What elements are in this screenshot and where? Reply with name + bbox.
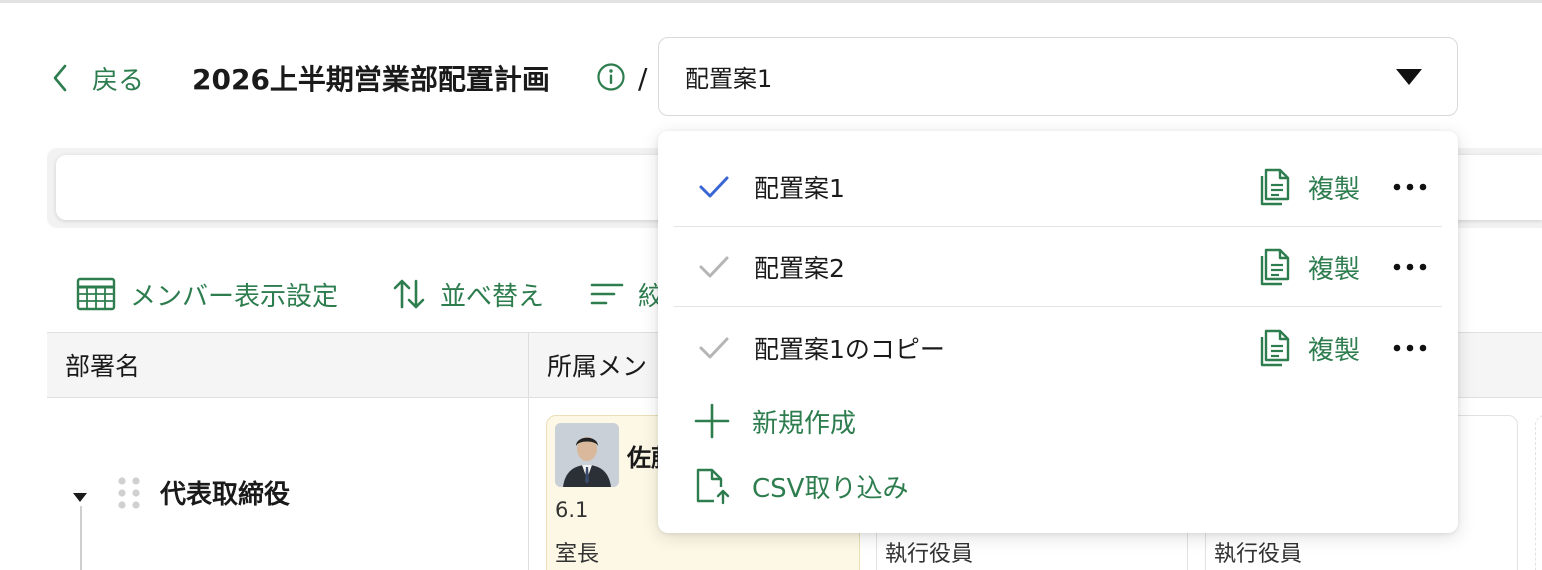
column-divider-body bbox=[528, 398, 529, 570]
table-grid-icon bbox=[76, 277, 116, 311]
plan-title: 2026上半期営業部配置計画 bbox=[192, 63, 550, 96]
plan-option-label: 配置案2 bbox=[754, 254, 845, 283]
plus-icon bbox=[694, 403, 730, 439]
copy-document-icon bbox=[1260, 248, 1290, 286]
member-card-placeholder bbox=[1535, 415, 1542, 570]
plan-option-label: 配置案1のコピー bbox=[754, 335, 945, 364]
member-grade: 6.1 bbox=[555, 498, 589, 522]
file-upload-icon bbox=[696, 468, 730, 505]
duplicate-label: 複製 bbox=[1308, 335, 1361, 366]
plan-select-value: 配置案1 bbox=[685, 64, 773, 93]
plan-option-label: 配置案1 bbox=[754, 174, 845, 203]
member-display-settings-button[interactable]: メンバー表示設定 bbox=[76, 272, 338, 316]
column-header-members: 所属メン bbox=[547, 352, 648, 381]
filter-lines-icon bbox=[590, 283, 624, 305]
caret-down-icon[interactable] bbox=[72, 488, 88, 502]
duplicate-label: 複製 bbox=[1308, 174, 1361, 205]
sort-label: 並べ替え bbox=[440, 281, 545, 312]
more-horizontal-icon[interactable] bbox=[1392, 334, 1428, 362]
new-plan-label: 新規作成 bbox=[752, 408, 857, 439]
breadcrumb-separator: / bbox=[638, 61, 648, 95]
plan-dropdown-menu: 配置案1 複製 配置案2 複製 配置案1のコピー 複製 新規作成 CSV取り込み bbox=[658, 131, 1458, 533]
back-label: 戻る bbox=[92, 65, 145, 96]
copy-document-icon bbox=[1260, 329, 1290, 367]
plan-select[interactable]: 配置案1 bbox=[658, 37, 1458, 116]
avatar bbox=[555, 423, 619, 487]
member-role: 執行役員 bbox=[1214, 542, 1303, 567]
plan-page: 戻る 2026上半期営業部配置計画 / 配置案1 メンバー表示設定 並べ替え 絞… bbox=[0, 0, 1542, 570]
column-header-department: 部署名 bbox=[65, 352, 141, 381]
member-role: 執行役員 bbox=[885, 542, 974, 567]
more-horizontal-icon[interactable] bbox=[1392, 253, 1428, 281]
duplicate-button[interactable]: 複製 bbox=[1260, 167, 1360, 207]
department-name: 代表取締役 bbox=[160, 479, 291, 510]
member-role: 室長 bbox=[555, 542, 600, 567]
drag-handle-icon[interactable] bbox=[116, 476, 142, 510]
copy-document-icon bbox=[1260, 168, 1290, 206]
plan-option-2[interactable]: 配置案2 複製 bbox=[674, 227, 1442, 307]
plan-option-3[interactable]: 配置案1のコピー 複製 bbox=[674, 308, 1442, 388]
more-horizontal-icon[interactable] bbox=[1392, 173, 1428, 201]
back-button[interactable]: 戻る bbox=[52, 60, 144, 96]
chevron-left-icon bbox=[52, 60, 76, 96]
csv-import-button[interactable]: CSV取り込み bbox=[694, 461, 908, 511]
sort-button[interactable]: 並べ替え bbox=[392, 272, 544, 316]
new-plan-button[interactable]: 新規作成 bbox=[694, 396, 856, 446]
tree-line bbox=[80, 506, 82, 570]
duplicate-button[interactable]: 複製 bbox=[1260, 328, 1360, 368]
check-icon bbox=[698, 175, 730, 199]
filter-button[interactable]: 絞 bbox=[590, 272, 664, 316]
member-display-label: メンバー表示設定 bbox=[130, 281, 339, 312]
column-divider bbox=[528, 333, 529, 397]
csv-import-label: CSV取り込み bbox=[752, 473, 909, 504]
duplicate-button[interactable]: 複製 bbox=[1260, 247, 1360, 287]
duplicate-label: 複製 bbox=[1308, 254, 1361, 285]
check-icon bbox=[698, 255, 730, 279]
plan-option-1[interactable]: 配置案1 複製 bbox=[674, 147, 1442, 227]
info-icon[interactable] bbox=[596, 62, 626, 92]
sort-arrows-icon bbox=[393, 279, 425, 309]
top-border bbox=[0, 0, 1542, 3]
caret-down-icon bbox=[1395, 68, 1423, 86]
check-icon bbox=[698, 336, 730, 360]
